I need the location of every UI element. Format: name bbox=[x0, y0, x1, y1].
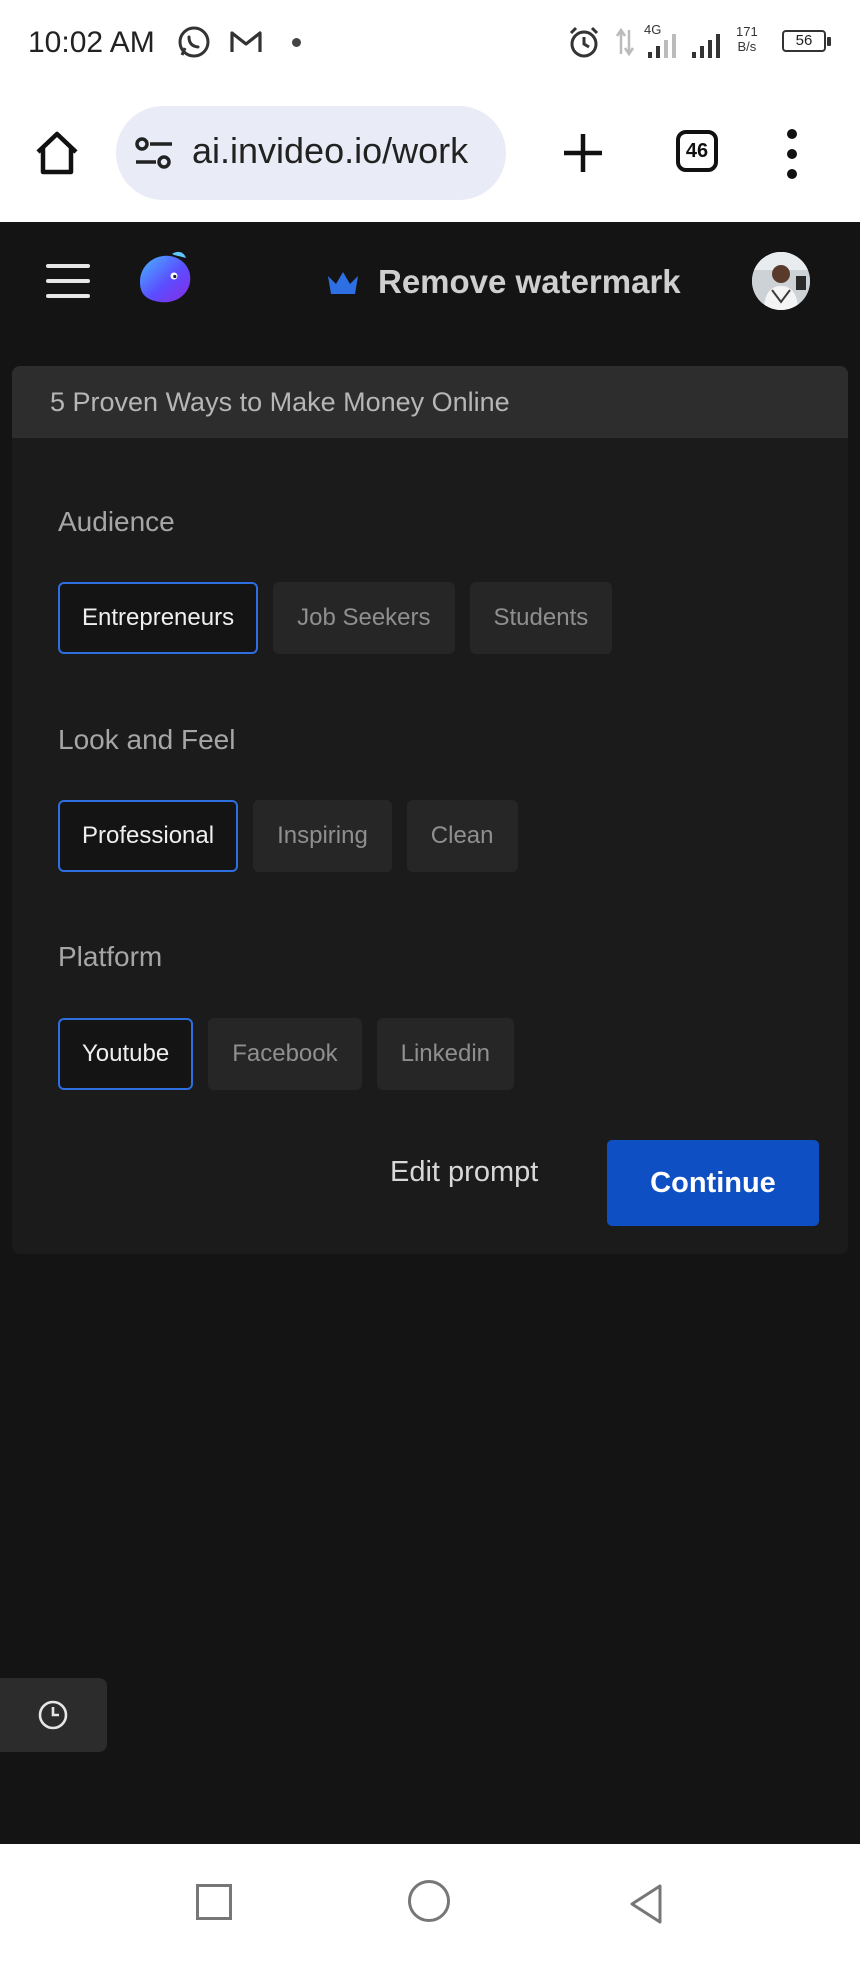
edit-prompt-button[interactable]: Edit prompt bbox=[390, 1156, 538, 1189]
address-bar[interactable]: ai.invideo.io/work bbox=[116, 106, 506, 200]
section-label-platform: Platform bbox=[58, 941, 163, 972]
net-speed-unit: B/s bbox=[737, 39, 757, 54]
invideo-logo[interactable] bbox=[134, 248, 196, 310]
chip-professional[interactable]: Professional bbox=[58, 800, 239, 872]
chip-facebook[interactable]: Facebook bbox=[208, 1018, 362, 1090]
chip-entrepreneurs[interactable]: Entrepreneurs bbox=[58, 582, 259, 654]
new-tab-icon[interactable] bbox=[558, 128, 608, 178]
more-options-icon[interactable] bbox=[780, 126, 804, 182]
signal-4g-icon bbox=[646, 30, 682, 65]
history-clock-icon bbox=[38, 1700, 68, 1730]
crown-icon bbox=[328, 272, 358, 294]
signal-icon bbox=[690, 30, 726, 65]
chip-inspiring[interactable]: Inspiring bbox=[253, 800, 392, 872]
prompt-title: 5 Proven Ways to Make Money Online bbox=[50, 386, 510, 417]
avatar[interactable] bbox=[752, 252, 810, 310]
prompt-options-card: 5 Proven Ways to Make Money Online Audie… bbox=[12, 366, 848, 1254]
history-button[interactable] bbox=[0, 1678, 107, 1752]
battery-indicator: 56 bbox=[782, 30, 831, 52]
menu-icon[interactable] bbox=[46, 264, 90, 300]
look-and-feel-options: Professional Inspiring Clean bbox=[58, 800, 518, 872]
gmail-icon bbox=[228, 24, 264, 65]
chip-students[interactable]: Students bbox=[469, 582, 613, 654]
audience-options: Entrepreneurs Job Seekers Students bbox=[58, 582, 613, 654]
prompt-title-bar: 5 Proven Ways to Make Money Online bbox=[12, 366, 848, 438]
continue-button[interactable]: Continue bbox=[607, 1140, 819, 1226]
notification-dot bbox=[292, 38, 301, 47]
net-speed: 171 B/s bbox=[736, 24, 758, 54]
net-speed-value: 171 bbox=[736, 24, 758, 39]
section-label-look-and-feel: Look and Feel bbox=[58, 724, 236, 755]
platform-options: Youtube Facebook Linkedin bbox=[58, 1018, 515, 1090]
site-settings-icon[interactable] bbox=[132, 132, 176, 181]
home-icon[interactable] bbox=[30, 126, 84, 180]
status-time: 10:02 AM bbox=[28, 26, 155, 59]
recents-square-icon[interactable] bbox=[196, 1884, 232, 1920]
chip-youtube[interactable]: Youtube bbox=[58, 1018, 194, 1090]
data-arrows-icon bbox=[614, 24, 636, 65]
home-circle-icon[interactable] bbox=[408, 1880, 450, 1922]
chip-clean[interactable]: Clean bbox=[406, 800, 518, 872]
back-triangle-icon[interactable] bbox=[626, 1882, 666, 1931]
system-nav-bar bbox=[0, 1844, 860, 1961]
app-header: Remove watermark bbox=[0, 222, 860, 342]
tabs-icon[interactable]: 46 bbox=[676, 130, 718, 172]
section-label-audience: Audience bbox=[58, 506, 175, 537]
url-text: ai.invideo.io/work bbox=[192, 130, 469, 171]
chip-linkedin[interactable]: Linkedin bbox=[376, 1018, 515, 1090]
status-bar: 10:02 AM 4G 171 B/s 56 bbox=[0, 0, 860, 88]
alarm-icon bbox=[566, 24, 602, 65]
remove-watermark-button[interactable]: Remove watermark bbox=[326, 260, 681, 304]
browser-toolbar: ai.invideo.io/work 46 bbox=[0, 88, 860, 222]
chip-job-seekers[interactable]: Job Seekers bbox=[273, 582, 455, 654]
whatsapp-icon bbox=[176, 24, 212, 65]
remove-watermark-label: Remove watermark bbox=[378, 263, 681, 300]
